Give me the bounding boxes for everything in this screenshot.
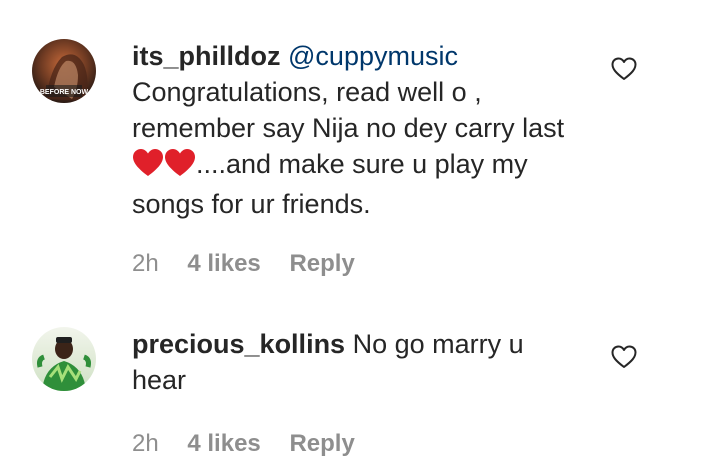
heart-outline-icon[interactable]	[611, 345, 637, 369]
comment-text-line: remember say Nija no dey carry last	[132, 113, 565, 143]
comment-time: 2h	[132, 430, 159, 457]
comment-time: 2h	[132, 250, 159, 277]
reply-button[interactable]: Reply	[289, 250, 354, 277]
comment-text-fragment: ....and make sure u play my	[196, 149, 528, 179]
comment-text-fragment: No go marry u	[352, 329, 524, 359]
comment-likes[interactable]: 4 likes	[187, 430, 260, 457]
red-heart-emoji-icon	[132, 149, 164, 186]
comment-likes[interactable]: 4 likes	[187, 250, 260, 277]
comment-meta: 2h 4 likes Reply	[132, 250, 377, 278]
comment-meta: 2h 4 likes Reply	[132, 430, 377, 458]
comment-body: its_philldoz @cuppymusic Congratulations…	[132, 38, 592, 222]
heart-outline-icon[interactable]	[611, 57, 637, 81]
comment-mention[interactable]: @cuppymusic	[288, 41, 458, 71]
comment-text-line: ....and make sure u play my	[132, 146, 592, 186]
avatar[interactable]	[32, 327, 96, 391]
comment-username[interactable]: precious_kollins	[132, 329, 345, 359]
comment-username[interactable]: its_philldoz	[132, 41, 281, 71]
reply-button[interactable]: Reply	[289, 430, 354, 457]
comment-text-line: songs for ur friends.	[132, 189, 371, 219]
comment-text-line: Congratulations, read well o ,	[132, 77, 482, 107]
avatar-logo-text: BEFORE NOW	[40, 89, 89, 96]
comment-text-line: hear	[132, 365, 187, 395]
red-heart-emoji-icon	[164, 149, 196, 186]
comment-body: precious_kollins No go marry u hear	[132, 326, 592, 398]
avatar[interactable]: BEFORE NOW	[32, 39, 96, 103]
